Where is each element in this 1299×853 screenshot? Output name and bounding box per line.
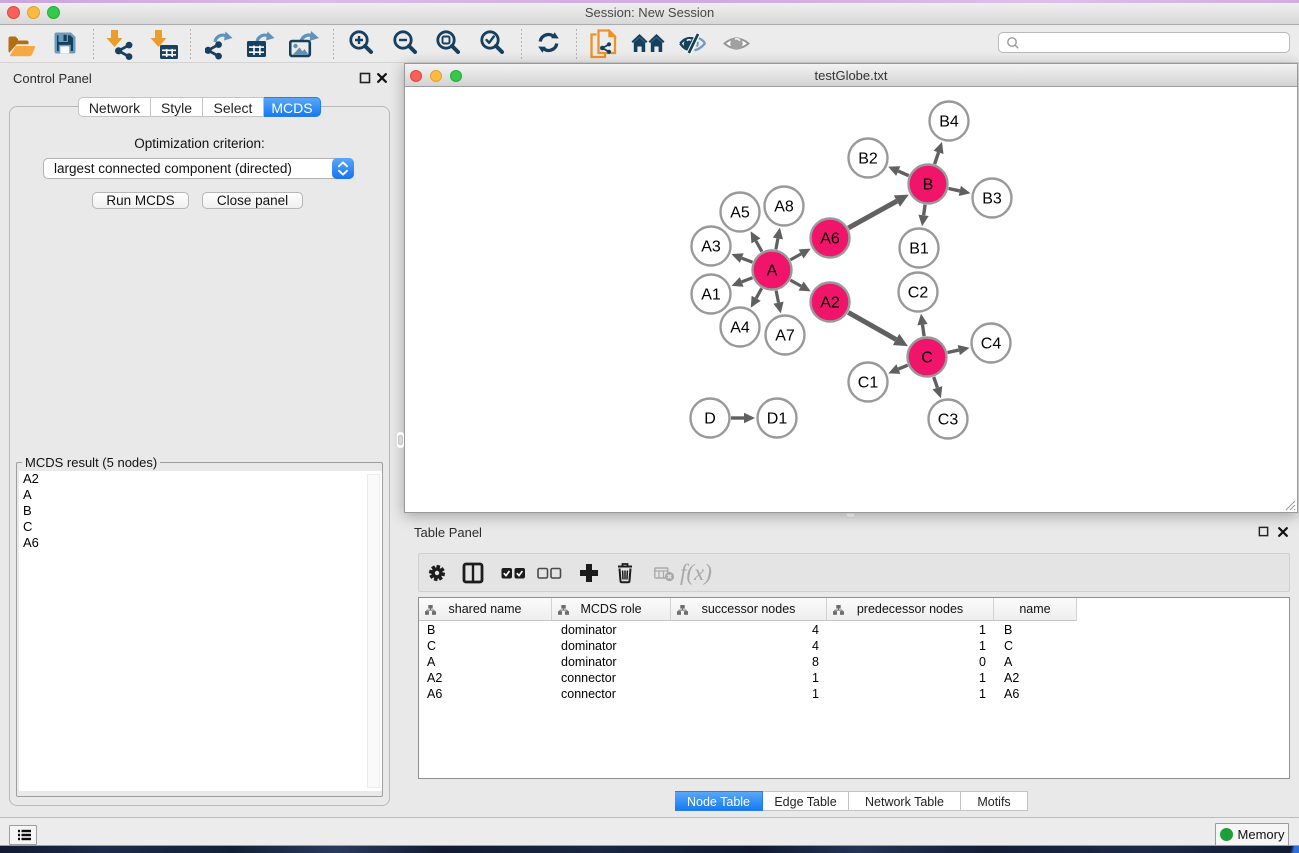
svg-text:D: D	[704, 410, 716, 427]
svg-text:D1: D1	[766, 410, 787, 427]
svg-text:B2: B2	[858, 150, 878, 167]
svg-text:C: C	[921, 349, 933, 366]
svg-text:B4: B4	[939, 113, 959, 130]
svg-text:C4: C4	[980, 335, 1001, 352]
svg-text:A4: A4	[730, 319, 750, 336]
svg-text:A5: A5	[730, 204, 750, 221]
svg-text:A7: A7	[775, 327, 795, 344]
svg-text:B3: B3	[982, 190, 1002, 207]
svg-text:B: B	[922, 176, 933, 193]
svg-text:C2: C2	[907, 284, 928, 301]
svg-text:A1: A1	[701, 286, 721, 303]
svg-text:A3: A3	[701, 238, 721, 255]
svg-text:C3: C3	[937, 411, 958, 428]
svg-text:A2: A2	[820, 294, 840, 311]
svg-text:C1: C1	[857, 374, 878, 391]
svg-text:A6: A6	[820, 230, 840, 247]
svg-text:A: A	[766, 262, 777, 279]
svg-text:A8: A8	[774, 198, 794, 215]
svg-text:B1: B1	[909, 240, 929, 257]
